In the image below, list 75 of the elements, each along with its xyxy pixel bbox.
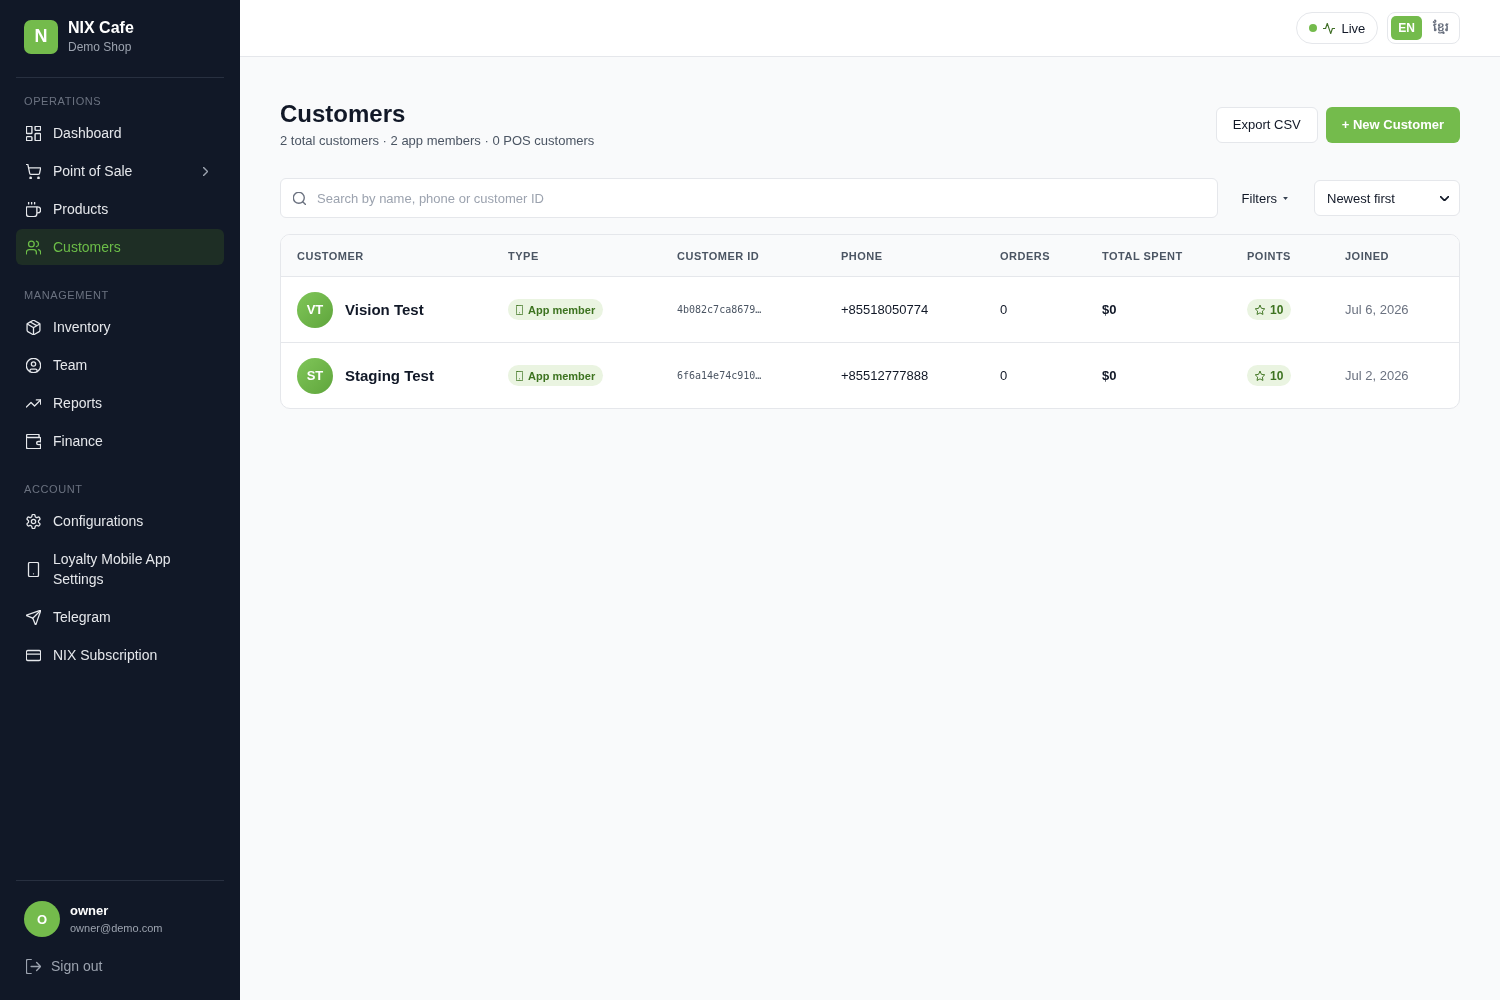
nav-item[interactable]: NIX Subscription <box>16 637 224 673</box>
wallet-icon <box>26 433 41 449</box>
column-header: TOTAL SPENT <box>1102 249 1184 262</box>
nav-item[interactable]: Customers <box>16 229 224 265</box>
smartphone-icon <box>26 561 41 577</box>
type-label: App member <box>528 303 596 316</box>
page-title: Customers <box>280 99 407 129</box>
export-button[interactable]: Export CSV <box>1215 106 1318 143</box>
user-name: owner <box>70 903 110 919</box>
nav-item[interactable]: Team <box>16 347 224 383</box>
column-header: CUSTOMER <box>296 249 365 262</box>
customer-avatar: ST <box>297 357 333 394</box>
filters-button[interactable]: Filters <box>1229 180 1300 216</box>
sign-out-icon <box>26 958 41 974</box>
settings-icon <box>26 513 41 529</box>
sign-out-button[interactable]: Sign out <box>26 957 103 975</box>
customer-name: Vision Test <box>345 301 424 318</box>
customer-avatar: VT <box>297 291 333 328</box>
nav-item[interactable]: Loyalty Mobile App Settings <box>16 541 224 597</box>
search-field[interactable]: Search by name, phone or customer ID <box>280 178 1218 218</box>
nav-item[interactable]: Configurations <box>16 503 224 539</box>
column-header: JOINED <box>1345 249 1390 262</box>
paper-plane-icon <box>26 609 41 625</box>
sort-select[interactable]: Newest first <box>1314 180 1460 216</box>
joined-date: Jul 6, 2026 <box>1345 302 1409 317</box>
points-value: 10 <box>1270 368 1284 383</box>
smartphone-icon <box>516 370 523 381</box>
smartphone-icon <box>516 304 523 315</box>
customer-id: 4b082c7ca8679… <box>677 304 762 315</box>
search-icon <box>293 192 306 205</box>
page-summary: 2 total customers · 2 app members · 0 POS customers <box>280 132 595 150</box>
caret-down-icon <box>1283 196 1288 200</box>
orders-count: 0 <box>1000 302 1008 317</box>
user-email: owner@demo.com <box>70 921 163 935</box>
brand-subtitle: Demo Shop <box>68 40 133 55</box>
joined-date: Jul 2, 2026 <box>1345 368 1409 383</box>
pulse-icon <box>1323 22 1336 34</box>
section-heading: OPERATIONS <box>23 94 103 108</box>
nav-item[interactable]: Inventory <box>16 309 224 345</box>
brand-logo: N <box>24 19 58 54</box>
type-label: App member <box>528 369 596 382</box>
nav-item[interactable]: Point of Sale <box>16 153 224 189</box>
phone-number: +85518050774 <box>841 302 929 317</box>
brand-name: NIX Cafe <box>68 18 134 38</box>
column-header: POINTS <box>1247 249 1292 262</box>
customer-name: Staging Test <box>345 367 434 384</box>
star-icon <box>1255 304 1265 315</box>
cup-icon <box>26 201 41 217</box>
box-icon <box>26 319 41 335</box>
card-icon <box>26 647 41 663</box>
phone-number: +85512777888 <box>841 368 929 383</box>
points-value: 10 <box>1270 302 1284 317</box>
status-label: Live <box>1341 20 1366 36</box>
nav-item[interactable]: Products <box>16 191 224 227</box>
column-header: ORDERS <box>1000 249 1052 262</box>
users-icon <box>26 239 41 255</box>
total-spent: $0 <box>1102 368 1117 383</box>
chevron-down-icon <box>1440 195 1449 201</box>
orders-count: 0 <box>1000 368 1008 383</box>
user-avatar: O <box>24 901 60 937</box>
section-heading: MANAGEMENT <box>23 288 110 302</box>
star-icon <box>1255 370 1265 381</box>
column-header: CUSTOMER ID <box>677 249 761 262</box>
dashboard-grid-icon <box>26 125 41 141</box>
column-header: TYPE <box>508 249 540 262</box>
cart-icon <box>26 163 41 179</box>
section-heading: ACCOUNT <box>23 482 84 496</box>
nav-item[interactable]: Reports <box>16 385 224 421</box>
language-option[interactable]: ខ្មែរ <box>1426 16 1456 40</box>
nav-item[interactable]: Telegram <box>16 599 224 635</box>
nav-item[interactable]: Finance <box>16 423 224 459</box>
nav-item[interactable]: Dashboard <box>16 115 224 151</box>
column-header: PHONE <box>841 249 884 262</box>
customer-id: 6f6a14e74c910… <box>677 370 762 381</box>
total-spent: $0 <box>1102 302 1117 317</box>
